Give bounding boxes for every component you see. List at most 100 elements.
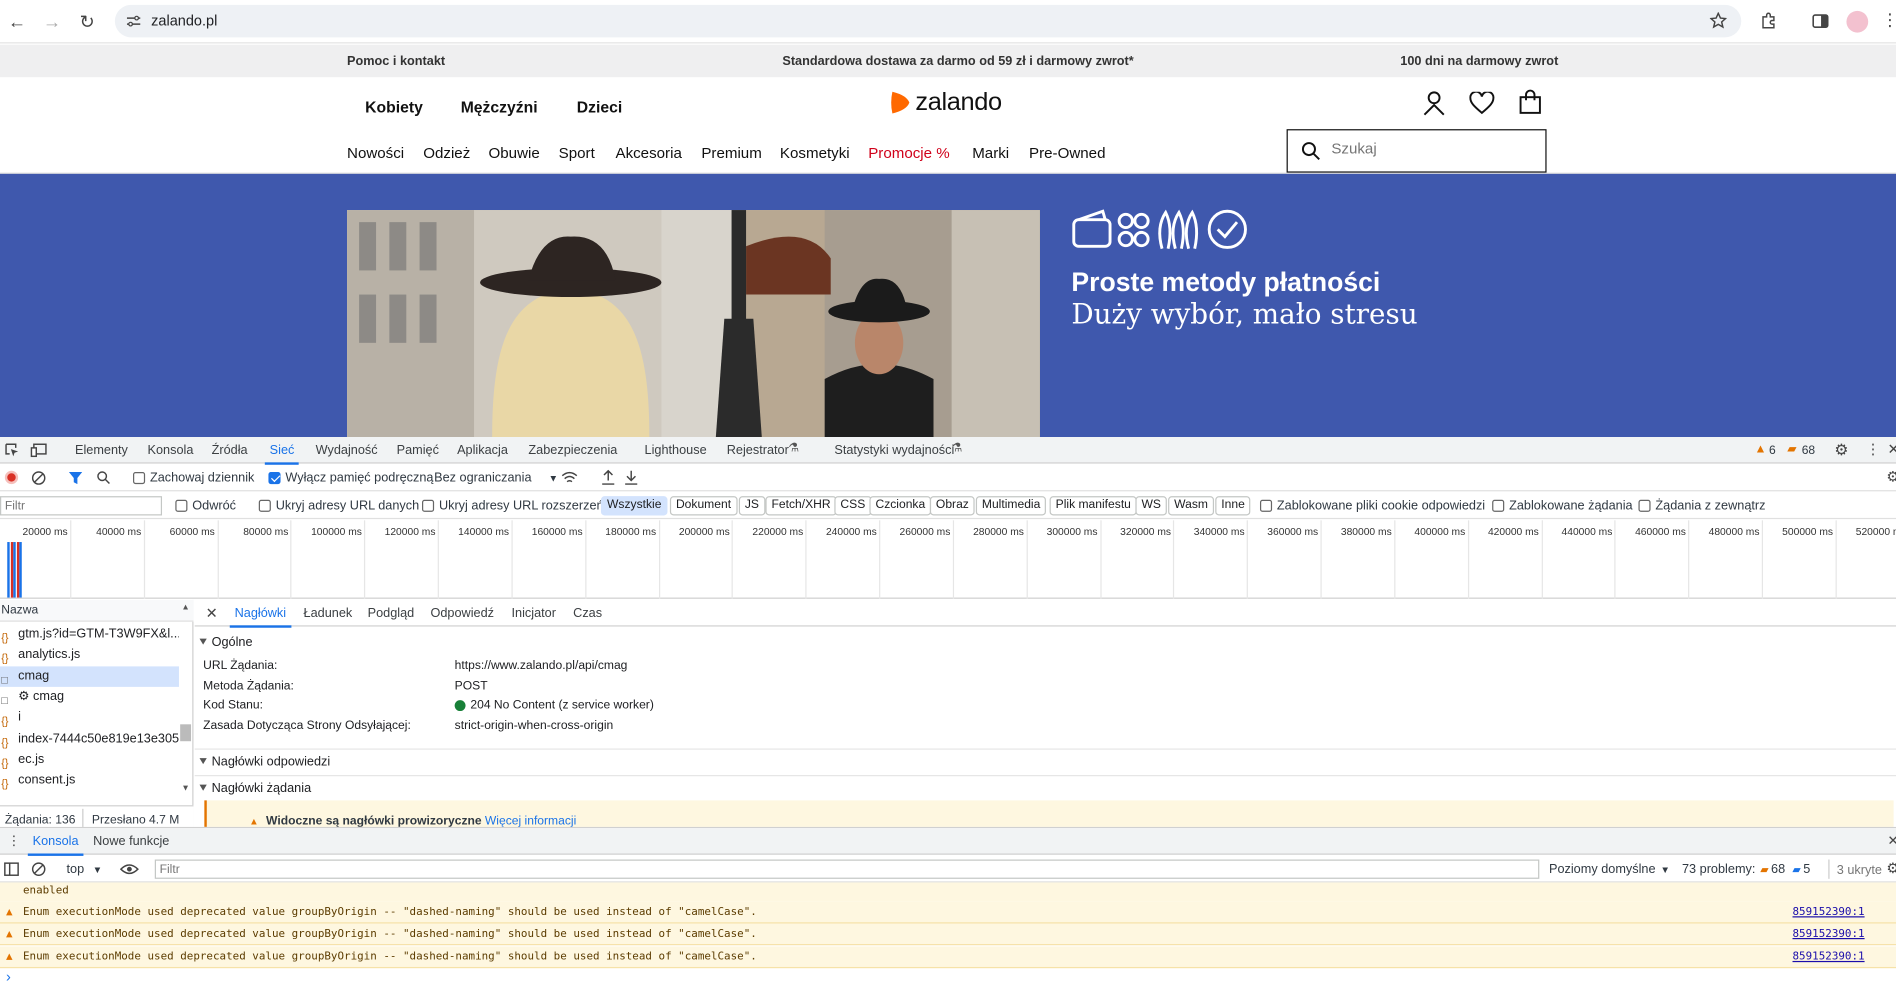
general-value[interactable]: https://www.zalando.pl/api/cmag xyxy=(455,659,628,672)
log-levels-select[interactable]: Poziomy domyślne ▼ xyxy=(1549,862,1670,876)
devtools-menu-icon[interactable]: ⋮ xyxy=(1866,441,1881,458)
console-warning-message[interactable]: ▲ Enum executionMode used deprecated valu… xyxy=(0,923,1896,946)
request-row[interactable]: {} ec.js xyxy=(0,749,179,770)
console-settings-gear-icon[interactable]: ⚙ xyxy=(1886,860,1896,877)
third-party-checkbox[interactable]: Żądania z zewnątrz xyxy=(1638,499,1765,513)
request-row[interactable]: {} analytics.js xyxy=(0,645,179,666)
cat-clothing[interactable]: Odzież xyxy=(423,145,470,162)
cat-cosmetics[interactable]: Kosmetyki xyxy=(780,145,850,162)
issues-counter[interactable]: 73 problemy: ▰ 68 ▰ 5 xyxy=(1682,862,1810,876)
cat-brands[interactable]: Marki xyxy=(972,145,1009,162)
live-expression-eye-icon[interactable] xyxy=(119,863,139,875)
type-filter-media[interactable]: Multimedia xyxy=(975,496,1047,516)
hide-data-urls-checkbox[interactable]: Ukryj adresy URL danych xyxy=(258,499,419,513)
drawer-tab-console[interactable]: Konsola xyxy=(27,834,84,856)
tab-payload[interactable]: Ładunek xyxy=(304,606,353,620)
zalando-logo[interactable]: zalando xyxy=(889,88,1002,117)
nav-men[interactable]: Mężczyźni xyxy=(461,98,538,116)
tab-preview[interactable]: Podgląd xyxy=(368,606,415,620)
context-select[interactable]: top ▼ xyxy=(67,862,103,876)
network-overview-timeline[interactable]: 20000 ms 40000 ms 60000 ms 80000 ms 100000 m… xyxy=(0,520,1896,599)
cat-accessories[interactable]: Akcesoria xyxy=(615,145,681,162)
help-link[interactable]: Pomoc i kontakt xyxy=(347,54,445,68)
account-icon[interactable] xyxy=(1422,91,1446,116)
export-har-download-icon[interactable] xyxy=(624,470,639,486)
column-header-name[interactable]: Nazwa xyxy=(0,599,194,622)
side-panel-icon[interactable] xyxy=(1811,12,1829,30)
cat-premium[interactable]: Premium xyxy=(701,145,761,162)
blocked-requests-checkbox[interactable]: Zablokowane żądania xyxy=(1492,499,1633,513)
profile-avatar[interactable] xyxy=(1846,10,1869,33)
network-filter-input[interactable] xyxy=(0,496,163,516)
disable-cache-checkbox[interactable]: Wyłącz pamięć podręczną xyxy=(268,471,433,485)
type-filter-manifest[interactable]: Plik manifestu xyxy=(1049,496,1137,516)
checkbox-unchecked[interactable] xyxy=(1492,499,1505,512)
menu-kebab-icon[interactable]: ⋮ xyxy=(1882,10,1896,31)
drawer-tab-whats-new[interactable]: Nowe funkcje xyxy=(93,834,169,848)
cat-shoes[interactable]: Obuwie xyxy=(489,145,540,162)
close-drawer-icon[interactable]: ✕ xyxy=(1888,833,1896,848)
search-field[interactable] xyxy=(1286,129,1547,173)
console-filter-input[interactable] xyxy=(154,859,1540,879)
blocked-cookies-checkbox[interactable]: Zablokowane pliki cookie odpowiedzi xyxy=(1259,499,1485,513)
type-filter-css[interactable]: CSS xyxy=(834,496,872,516)
type-filter-other[interactable]: Inne xyxy=(1215,496,1251,516)
tab-network[interactable]: Sieć xyxy=(264,443,300,465)
cat-sport[interactable]: Sport xyxy=(559,145,595,162)
section-general[interactable]: Ogólne xyxy=(194,630,1896,655)
request-row[interactable]: {} consent.js xyxy=(0,770,179,791)
request-row[interactable]: {} i xyxy=(0,708,179,729)
preserve-log-checkbox[interactable]: Zachowaj dziennik xyxy=(133,471,254,485)
address-bar[interactable]: zalando.pl xyxy=(114,4,1742,38)
hero-banner[interactable]: Proste metody płatności Duży wybór, mało… xyxy=(0,173,1896,438)
tab-performance-insights[interactable]: Statystyki wydajności xyxy=(834,443,954,457)
cart-bag-icon[interactable] xyxy=(1519,89,1542,114)
request-row[interactable]: □ ⚙ cmag xyxy=(0,687,179,708)
settings-gear-icon[interactable]: ⚙ xyxy=(1834,441,1848,460)
tab-initiator[interactable]: Inicjator xyxy=(511,606,555,620)
network-settings-gear-icon[interactable]: ⚙ xyxy=(1886,468,1896,485)
checkbox-unchecked[interactable] xyxy=(422,499,435,512)
request-list-scrollbar[interactable] xyxy=(180,724,192,742)
general-value[interactable]: POST xyxy=(455,679,488,692)
import-har-upload-icon[interactable] xyxy=(601,469,616,486)
drawer-menu-icon[interactable]: ⋮ xyxy=(7,833,20,848)
tab-console[interactable]: Konsola xyxy=(148,443,194,457)
type-filter-wasm[interactable]: Wasm xyxy=(1168,496,1214,516)
general-value[interactable]: 204 No Content (z service worker) xyxy=(470,699,653,712)
general-value[interactable]: strict-origin-when-cross-origin xyxy=(455,719,614,732)
tab-timing[interactable]: Czas xyxy=(573,606,602,620)
type-filter-img[interactable]: Obraz xyxy=(929,496,975,516)
type-filter-fetch-xhr[interactable]: Fetch/XHR xyxy=(765,496,837,516)
clear-icon[interactable] xyxy=(31,471,46,485)
warning-count[interactable]: 6 xyxy=(1769,444,1776,457)
request-row[interactable]: {} index-7444c50e819e13e305... xyxy=(0,729,179,750)
message-source-link[interactable]: 859152390:1 xyxy=(1793,902,1865,924)
tab-elements[interactable]: Elementy xyxy=(75,443,128,457)
type-filter-doc[interactable]: Dokument xyxy=(669,496,738,516)
tab-recorder[interactable]: Rejestrator xyxy=(727,443,789,457)
wishlist-heart-icon[interactable] xyxy=(1469,91,1495,115)
console-warning-message[interactable]: ▲ Enum executionMode used deprecated valu… xyxy=(0,945,1896,968)
site-settings-icon[interactable] xyxy=(126,13,142,29)
message-source-link[interactable]: 859152390:1 xyxy=(1793,924,1865,946)
type-filter-all[interactable]: Wszystkie xyxy=(600,496,668,516)
issues-count[interactable]: 68 xyxy=(1802,444,1815,457)
request-row[interactable]: □ cmag xyxy=(0,665,179,687)
tab-response[interactable]: Odpowiedź xyxy=(430,606,494,620)
type-filter-font[interactable]: Czcionka xyxy=(869,496,932,516)
request-row[interactable]: {} gtm.js?id=GTM-T3W9FX&l... xyxy=(0,624,179,645)
delivery-info[interactable]: Standardowa dostawa za darmo od 59 zł i … xyxy=(782,54,1133,68)
type-filter-ws[interactable]: WS xyxy=(1135,496,1168,516)
checkbox-checked[interactable] xyxy=(268,472,281,485)
checkbox-unchecked[interactable] xyxy=(1638,499,1651,512)
close-devtools-icon[interactable]: ✕ xyxy=(1888,441,1896,458)
reload-button[interactable]: ↻ xyxy=(75,10,99,34)
back-button[interactable]: ← xyxy=(5,10,29,34)
tab-security[interactable]: Zabezpieczenia xyxy=(528,443,617,457)
tab-lighthouse[interactable]: Lighthouse xyxy=(645,443,707,457)
hide-extension-urls-checkbox[interactable]: Ukryj adresy URL rozszerzeń xyxy=(422,499,604,513)
type-filter-js[interactable]: JS xyxy=(738,496,766,516)
section-response-headers[interactable]: Nagłówki odpowiedzi xyxy=(194,748,1896,773)
cat-new[interactable]: Nowości xyxy=(347,145,404,162)
